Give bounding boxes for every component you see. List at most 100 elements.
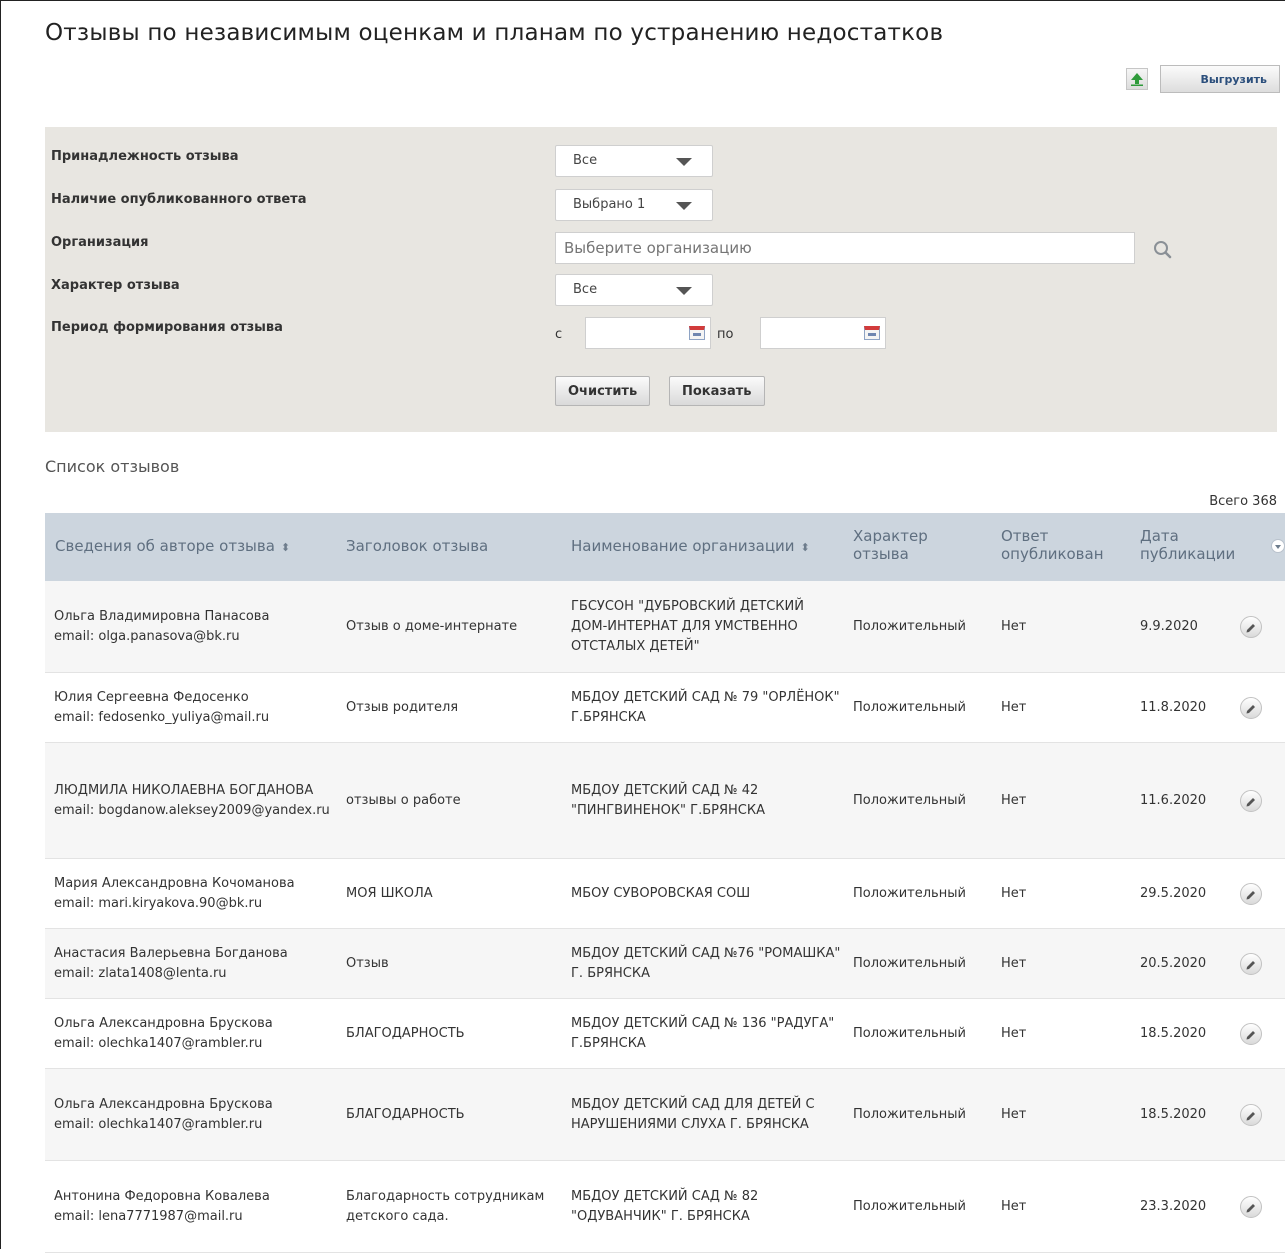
ownership-value: Все (573, 153, 598, 168)
answer-published: Нет (1001, 955, 1027, 971)
date-cell: 18.5.2020 (1140, 999, 1240, 1068)
publication-date: 11.8.2020 (1140, 699, 1207, 715)
table-row[interactable]: Анастасия Валерьевна Богданова email: zl… (45, 929, 1285, 999)
period-to-input[interactable] (760, 317, 886, 349)
organization-name: МБДОУ ДЕТСКИЙ САД № 79 "ОРЛЁНОК" Г.БРЯНС… (571, 689, 840, 725)
organization-name: МБДОУ ДЕТСКИЙ САД №76 "РОМАШКА" Г. БРЯНС… (571, 945, 841, 981)
table-row[interactable]: Мария Александровна Кочоманова email: ma… (45, 859, 1285, 929)
heading-cell: БЛАГОДАРНОСТЬ (346, 1069, 566, 1160)
publication-date: 11.6.2020 (1140, 792, 1207, 808)
sort-icon[interactable]: ⬍ (801, 541, 810, 554)
review-character: Положительный (853, 955, 966, 971)
pencil-icon[interactable] (1240, 952, 1262, 975)
character-cell: Положительный (853, 929, 1003, 998)
author-cell: ЛЮДМИЛА НИКОЛАЕВНА БОГДАНОВА email: bogd… (54, 743, 344, 858)
show-button[interactable]: Показать (669, 376, 765, 406)
pencil-icon[interactable] (1240, 882, 1262, 905)
date-cell: 18.5.2020 (1140, 1069, 1240, 1160)
org-cell: МБДОУ ДЕТСКИЙ САД №76 "РОМАШКА" Г. БРЯНС… (571, 929, 841, 998)
col-heading-header: Заголовок отзыва (346, 537, 489, 555)
table-row[interactable]: Ольга Владимировна Панасова email: olga.… (45, 581, 1285, 673)
organization-name: МБДОУ ДЕТСКИЙ САД ДЛЯ ДЕТЕЙ С НАРУШЕНИЯМ… (571, 1096, 815, 1132)
edit-cell (1240, 1069, 1270, 1160)
review-heading: Отзыв родителя (346, 699, 459, 715)
col-date-header: Дата публикации (1140, 527, 1236, 563)
author-name: Ольга Александровна Брускова (54, 1015, 273, 1031)
filter-panel: Принадлежность отзыва Все Наличие опубли… (45, 127, 1277, 432)
review-heading: Благодарность сотрудникам детского сада. (346, 1188, 545, 1224)
pencil-icon[interactable] (1240, 615, 1262, 638)
col-author-header[interactable]: Сведения об авторе отзыва ⬍ (55, 537, 290, 557)
table-row[interactable]: Ольга Александровна Брускова email: olec… (45, 999, 1285, 1069)
review-heading: БЛАГОДАРНОСТЬ (346, 1025, 465, 1041)
org-cell: МБДОУ ДЕТСКИЙ САД № 82 "ОДУВАНЧИК" Г. БР… (571, 1161, 841, 1252)
upload-arrow-icon[interactable] (1126, 68, 1148, 90)
organization-input[interactable] (555, 232, 1135, 264)
published-answer-select[interactable]: Выбрано 1 (555, 189, 713, 221)
calendar-icon[interactable] (689, 326, 705, 340)
review-character: Положительный (853, 1198, 966, 1214)
author-name: ЛЮДМИЛА НИКОЛАЕВНА БОГДАНОВА (54, 782, 314, 798)
sort-icon[interactable]: ⬍ (281, 541, 290, 554)
review-character: Положительный (853, 1106, 966, 1122)
table-row[interactable]: ЛЮДМИЛА НИКОЛАЕВНА БОГДАНОВА email: bogd… (45, 743, 1285, 859)
date-cell: 20.5.2020 (1140, 929, 1240, 998)
col-character-header: Характер отзыва (853, 527, 928, 563)
org-cell: МБОУ СУВОРОВСКАЯ СОШ (571, 859, 841, 928)
table-row[interactable]: Ольга Александровна Брускова email: olec… (45, 1069, 1285, 1161)
organization-name: МБДОУ ДЕТСКИЙ САД № 136 "РАДУГА" Г.БРЯНС… (571, 1015, 835, 1051)
calendar-icon[interactable] (864, 326, 880, 340)
character-label: Характер отзыва (51, 278, 180, 293)
table-header: Сведения об авторе отзыва ⬍ Заголовок отз… (45, 513, 1285, 581)
review-heading: МОЯ ШКОЛА (346, 885, 433, 901)
answer-published: Нет (1001, 885, 1027, 901)
answer-cell: Нет (1001, 1161, 1101, 1252)
organization-label: Организация (51, 235, 149, 250)
table-body: Ольга Владимировна Панасова email: olga.… (45, 581, 1285, 1253)
author-name: Ольга Владимировна Панасова (54, 608, 270, 624)
edit-cell (1240, 581, 1270, 672)
date-cell: 23.3.2020 (1140, 1161, 1240, 1252)
author-email: email: lena7771987@mail.ru (54, 1208, 243, 1224)
export-button[interactable]: Выгрузить (1160, 65, 1280, 93)
publication-date: 23.3.2020 (1140, 1198, 1207, 1214)
character-cell: Положительный (853, 743, 1003, 858)
pencil-icon[interactable] (1240, 696, 1262, 719)
answer-cell: Нет (1001, 859, 1101, 928)
table-row[interactable]: Юлия Сергеевна Федосенко email: fedosenk… (45, 673, 1285, 743)
character-select[interactable]: Все (555, 274, 713, 306)
pencil-icon[interactable] (1240, 789, 1262, 812)
pencil-icon[interactable] (1240, 1195, 1262, 1218)
org-cell: МБДОУ ДЕТСКИЙ САД № 136 "РАДУГА" Г.БРЯНС… (571, 999, 841, 1068)
review-heading: отзывы о работе (346, 792, 461, 808)
col-org-header[interactable]: Наименование организации ⬍ (571, 537, 810, 557)
author-name: Ольга Александровна Брускова (54, 1096, 273, 1112)
author-email: email: olechka1407@rambler.ru (54, 1116, 263, 1132)
character-cell: Положительный (853, 1161, 1003, 1252)
clear-button[interactable]: Очистить (555, 376, 651, 406)
list-title: Список отзывов (45, 457, 180, 476)
review-character: Положительный (853, 1025, 966, 1041)
author-email: email: mari.kiryakova.90@bk.ru (54, 895, 263, 911)
date-cell: 11.6.2020 (1140, 743, 1240, 858)
chevron-down-icon[interactable] (1271, 539, 1285, 553)
table-row[interactable]: Антонина Федоровна Ковалева email: lena7… (45, 1161, 1285, 1253)
export-area: Выгрузить (1126, 65, 1280, 93)
date-cell: 9.9.2020 (1140, 581, 1240, 672)
ownership-select[interactable]: Все (555, 145, 713, 177)
character-cell: Положительный (853, 1069, 1003, 1160)
publication-date: 18.5.2020 (1140, 1025, 1207, 1041)
total-count: Всего 368 (1209, 494, 1277, 509)
author-cell: Антонина Федоровна Ковалева email: lena7… (54, 1161, 344, 1252)
period-from-input[interactable] (585, 317, 711, 349)
search-icon[interactable] (1153, 240, 1173, 264)
pencil-icon[interactable] (1240, 1103, 1262, 1126)
publication-date: 20.5.2020 (1140, 955, 1207, 971)
pencil-icon[interactable] (1240, 1022, 1262, 1045)
author-cell: Ольга Александровна Брускова email: olec… (54, 999, 344, 1068)
publication-date: 29.5.2020 (1140, 885, 1207, 901)
author-email: email: fedosenko_yuliya@mail.ru (54, 709, 270, 725)
author-cell: Юлия Сергеевна Федосенко email: fedosenk… (54, 673, 344, 742)
answer-published: Нет (1001, 792, 1027, 808)
review-character: Положительный (853, 792, 966, 808)
